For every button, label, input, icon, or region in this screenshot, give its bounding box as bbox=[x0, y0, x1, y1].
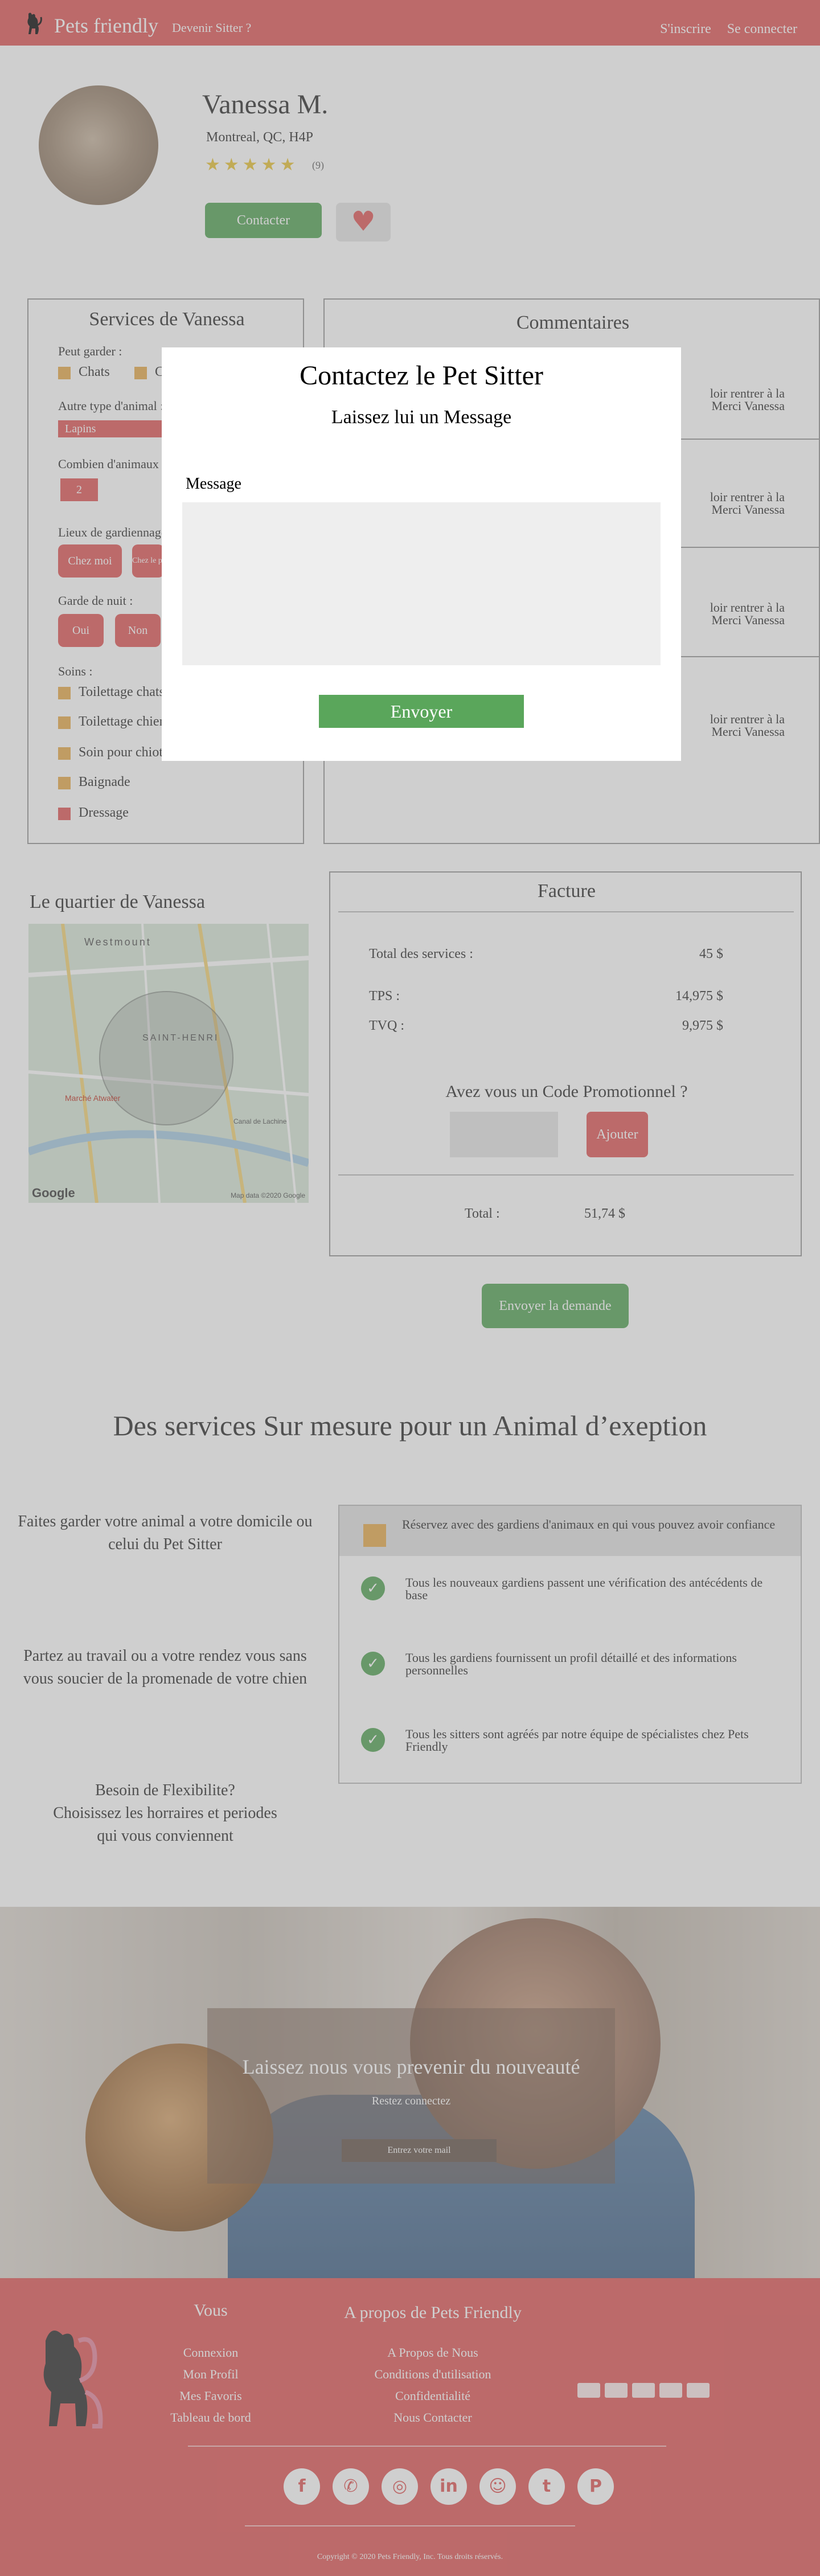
message-textarea[interactable] bbox=[182, 502, 661, 665]
message-label: Message bbox=[186, 475, 241, 493]
modal-title: Contactez le Pet Sitter bbox=[300, 361, 543, 391]
page: Pets friendly Devenir Sitter ? S'inscrir… bbox=[0, 0, 820, 2576]
send-message-button[interactable]: Envoyer bbox=[319, 695, 524, 728]
contact-modal: Contactez le Pet Sitter Laissez lui un M… bbox=[162, 347, 681, 761]
modal-subtitle: Laissez lui un Message bbox=[331, 407, 512, 428]
